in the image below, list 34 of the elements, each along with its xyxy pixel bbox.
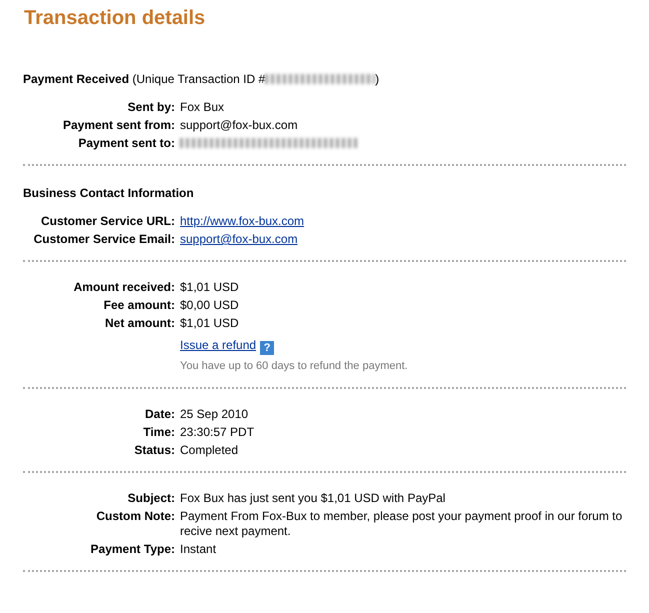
field-value: Completed <box>180 443 240 458</box>
field-label: Net amount: <box>104 316 176 331</box>
field-label: Status: <box>133 443 176 458</box>
field-label: Time: <box>142 425 176 440</box>
field-label: Date: <box>144 407 176 422</box>
field-value: Fox Bux <box>180 100 226 115</box>
section-heading: Business Contact Information <box>23 186 194 200</box>
field-label: Subject: <box>126 491 176 506</box>
field-value: Payment From Fox-Bux to member, please post your payment proof in our forum to recive next payment. <box>180 509 624 539</box>
field-value: support@fox-bux.com <box>180 118 299 133</box>
hint-text: You have up to 60 days to refund the payment. <box>180 360 408 372</box>
section-heading: Payment Received (Unique Transaction ID # <box>23 72 266 86</box>
refund-link[interactable]: Issue a refund <box>180 338 256 352</box>
field-label: Payment sent from: <box>62 118 176 133</box>
closing-parenthesis: ) <box>375 72 380 86</box>
page-title: Transaction details <box>24 6 206 30</box>
field-label: Payment Type: <box>90 542 176 557</box>
field-label: Customer Service Email: <box>32 232 176 247</box>
field-label: Custom Note: <box>95 509 176 525</box>
field-value: $1,01 USD <box>180 280 240 295</box>
field-label: Amount received: <box>72 280 176 295</box>
field-value: 25 Sep 2010 <box>180 407 250 422</box>
field-value: Fox Bux has just sent you $1,01 USD with PayPal <box>180 491 446 506</box>
field-value: $1,01 USD <box>180 316 240 331</box>
field-label: Customer Service URL: <box>40 214 176 229</box>
link[interactable]: support@fox-bux.com <box>180 232 298 246</box>
field-value: $0,00 USD <box>180 298 240 313</box>
field-label: Fee amount: <box>102 298 176 313</box>
field-label: Payment sent to: <box>77 136 176 151</box>
field-label: Sent by: <box>126 100 176 115</box>
field-value: 23:30:57 PDT <box>180 425 256 440</box>
link[interactable]: http://www.fox-bux.com <box>180 214 304 228</box>
help-icon[interactable]: ? <box>260 341 274 355</box>
field-value: Instant <box>180 542 218 557</box>
